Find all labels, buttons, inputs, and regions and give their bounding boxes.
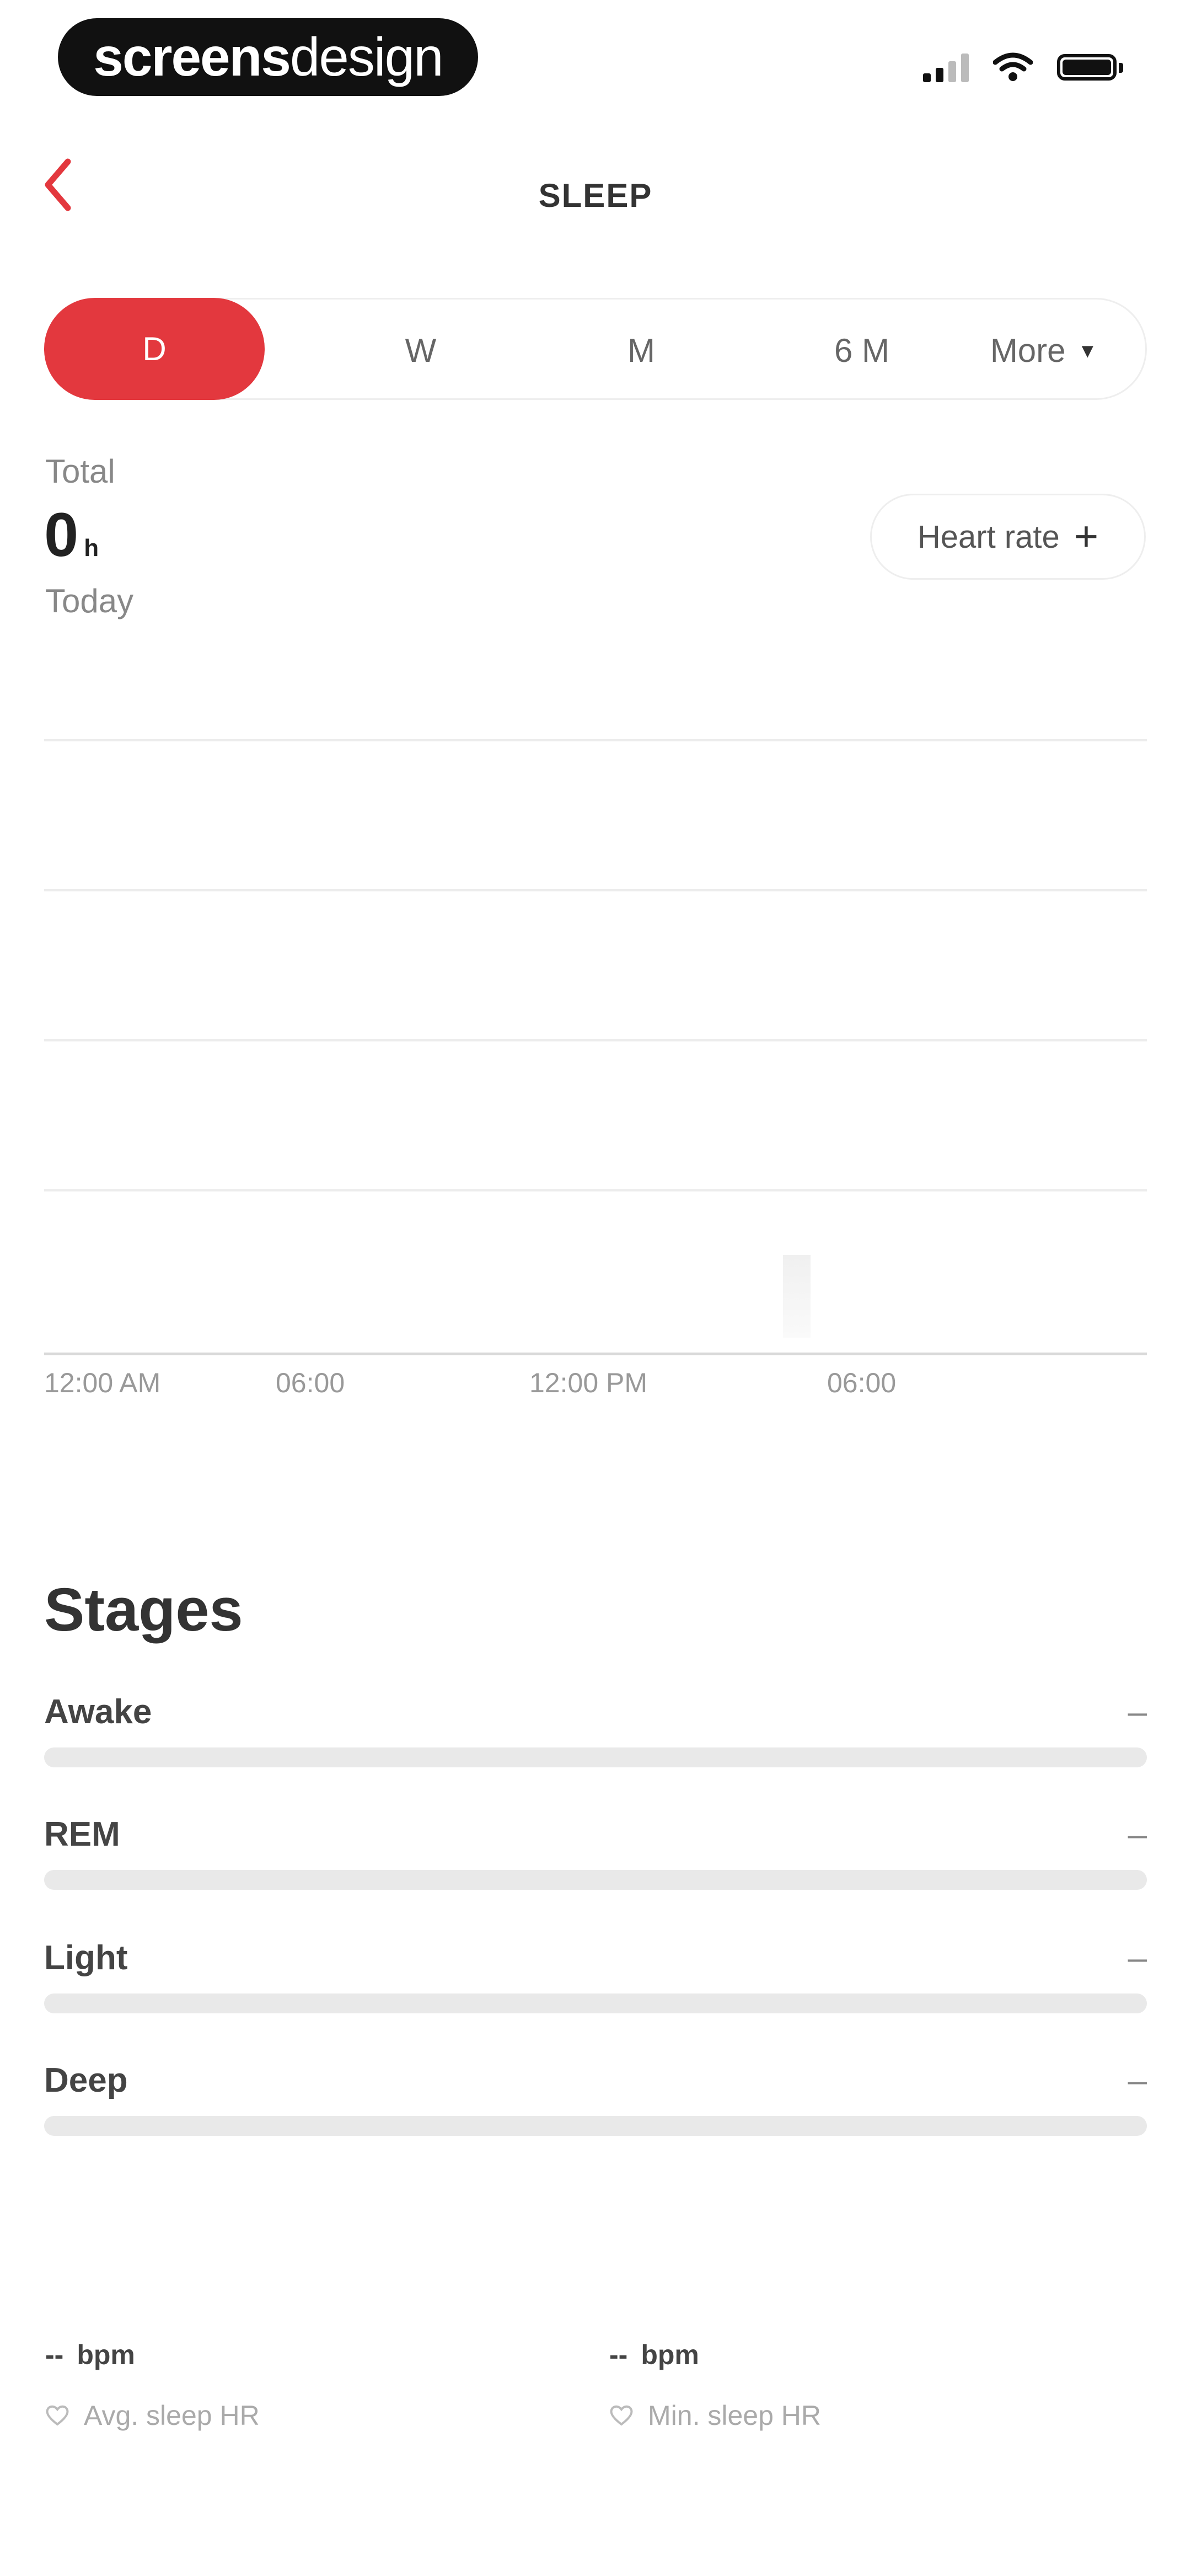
stage-value: –: [1128, 1815, 1147, 1853]
chart-x-axis: [44, 1353, 1147, 1355]
tab-6-month-label: 6 M: [834, 332, 890, 369]
range-segmented-control: D W M 6 M More ▼: [44, 298, 1147, 400]
chart-gridline: [44, 1039, 1147, 1041]
brand-logo-part2: design: [289, 26, 444, 87]
total-value: 0 h: [44, 499, 99, 570]
avg-sleep-hr-unit: bpm: [77, 2339, 135, 2370]
avg-sleep-hr-value: -- bpm: [45, 2339, 431, 2371]
avg-sleep-hr-caption: Avg. sleep HR: [45, 2399, 431, 2431]
stage-bar: [44, 2116, 1147, 2136]
heart-icon: [610, 2405, 633, 2426]
heart-icon: [46, 2405, 69, 2426]
min-sleep-hr: -- bpm Min. sleep HR: [609, 2339, 995, 2431]
heart-rate-button[interactable]: Heart rate +: [870, 494, 1146, 580]
stages-title: Stages: [44, 1576, 243, 1644]
plus-icon: +: [1074, 513, 1099, 560]
stage-name: REM: [44, 1815, 120, 1853]
current-time-marker: [783, 1255, 811, 1338]
min-sleep-hr-value: -- bpm: [609, 2339, 995, 2371]
tab-week[interactable]: W: [310, 300, 531, 402]
stage-row-deep: Deep –: [44, 2061, 1147, 2138]
cellular-signal-icon: [923, 52, 969, 82]
stage-name: Light: [44, 1939, 128, 1977]
header: SLEEP: [0, 138, 1191, 248]
brand-logo: screens design: [58, 18, 478, 96]
total-value-unit: h: [84, 535, 99, 562]
stage-bar: [44, 1870, 1147, 1890]
x-tick-label: 12:00 AM: [44, 1367, 161, 1398]
tab-more-label: More: [990, 332, 1066, 369]
tab-month[interactable]: M: [531, 300, 752, 402]
avg-sleep-hr-number: --: [45, 2339, 64, 2370]
period-label: Today: [45, 582, 134, 619]
page-title: SLEEP: [538, 177, 653, 214]
tab-6-month[interactable]: 6 M: [752, 300, 972, 402]
stage-value: –: [1128, 1939, 1147, 1977]
total-label: Total: [45, 453, 115, 490]
stage-value: –: [1128, 1693, 1147, 1731]
min-sleep-hr-unit: bpm: [641, 2339, 699, 2370]
status-bar: screens design: [0, 0, 1191, 116]
stage-bar: [44, 1747, 1147, 1767]
total-value-number: 0: [44, 500, 79, 569]
wifi-icon: [993, 52, 1033, 81]
min-sleep-hr-number: --: [609, 2339, 628, 2370]
stage-row-awake: Awake –: [44, 1692, 1147, 1770]
caret-down-icon: ▼: [1077, 339, 1098, 362]
tab-day-label: D: [142, 330, 167, 367]
stage-name: Awake: [44, 1693, 152, 1731]
tab-month-label: M: [627, 332, 655, 369]
sleep-chart: 12:00 AM 06:00 12:00 PM 06:00: [44, 739, 1147, 1401]
x-tick-label: 06:00: [276, 1367, 345, 1398]
stage-row-rem: REM –: [44, 1815, 1147, 1892]
min-sleep-hr-caption: Min. sleep HR: [609, 2399, 995, 2431]
min-sleep-hr-label: Min. sleep HR: [648, 2400, 821, 2431]
chart-gridline: [44, 1189, 1147, 1191]
stage-name: Deep: [44, 2061, 128, 2099]
tab-more[interactable]: More ▼: [950, 300, 1138, 402]
battery-icon: [1057, 54, 1123, 81]
stage-bar: [44, 1994, 1147, 2013]
chart-gridline: [44, 889, 1147, 891]
stage-row-light: Light –: [44, 1938, 1147, 2016]
brand-logo-part1: screens: [93, 26, 291, 87]
avg-sleep-hr: -- bpm Avg. sleep HR: [45, 2339, 431, 2431]
avg-sleep-hr-label: Avg. sleep HR: [84, 2400, 260, 2431]
stage-value: –: [1128, 2061, 1147, 2099]
tab-day[interactable]: D: [44, 298, 265, 400]
status-icons: [923, 52, 1123, 82]
tab-week-label: W: [405, 332, 437, 369]
chart-gridline: [44, 739, 1147, 741]
heart-rate-button-label: Heart rate: [917, 519, 1060, 555]
x-tick-label: 06:00: [827, 1367, 897, 1398]
x-tick-label: 12:00 PM: [529, 1367, 648, 1398]
